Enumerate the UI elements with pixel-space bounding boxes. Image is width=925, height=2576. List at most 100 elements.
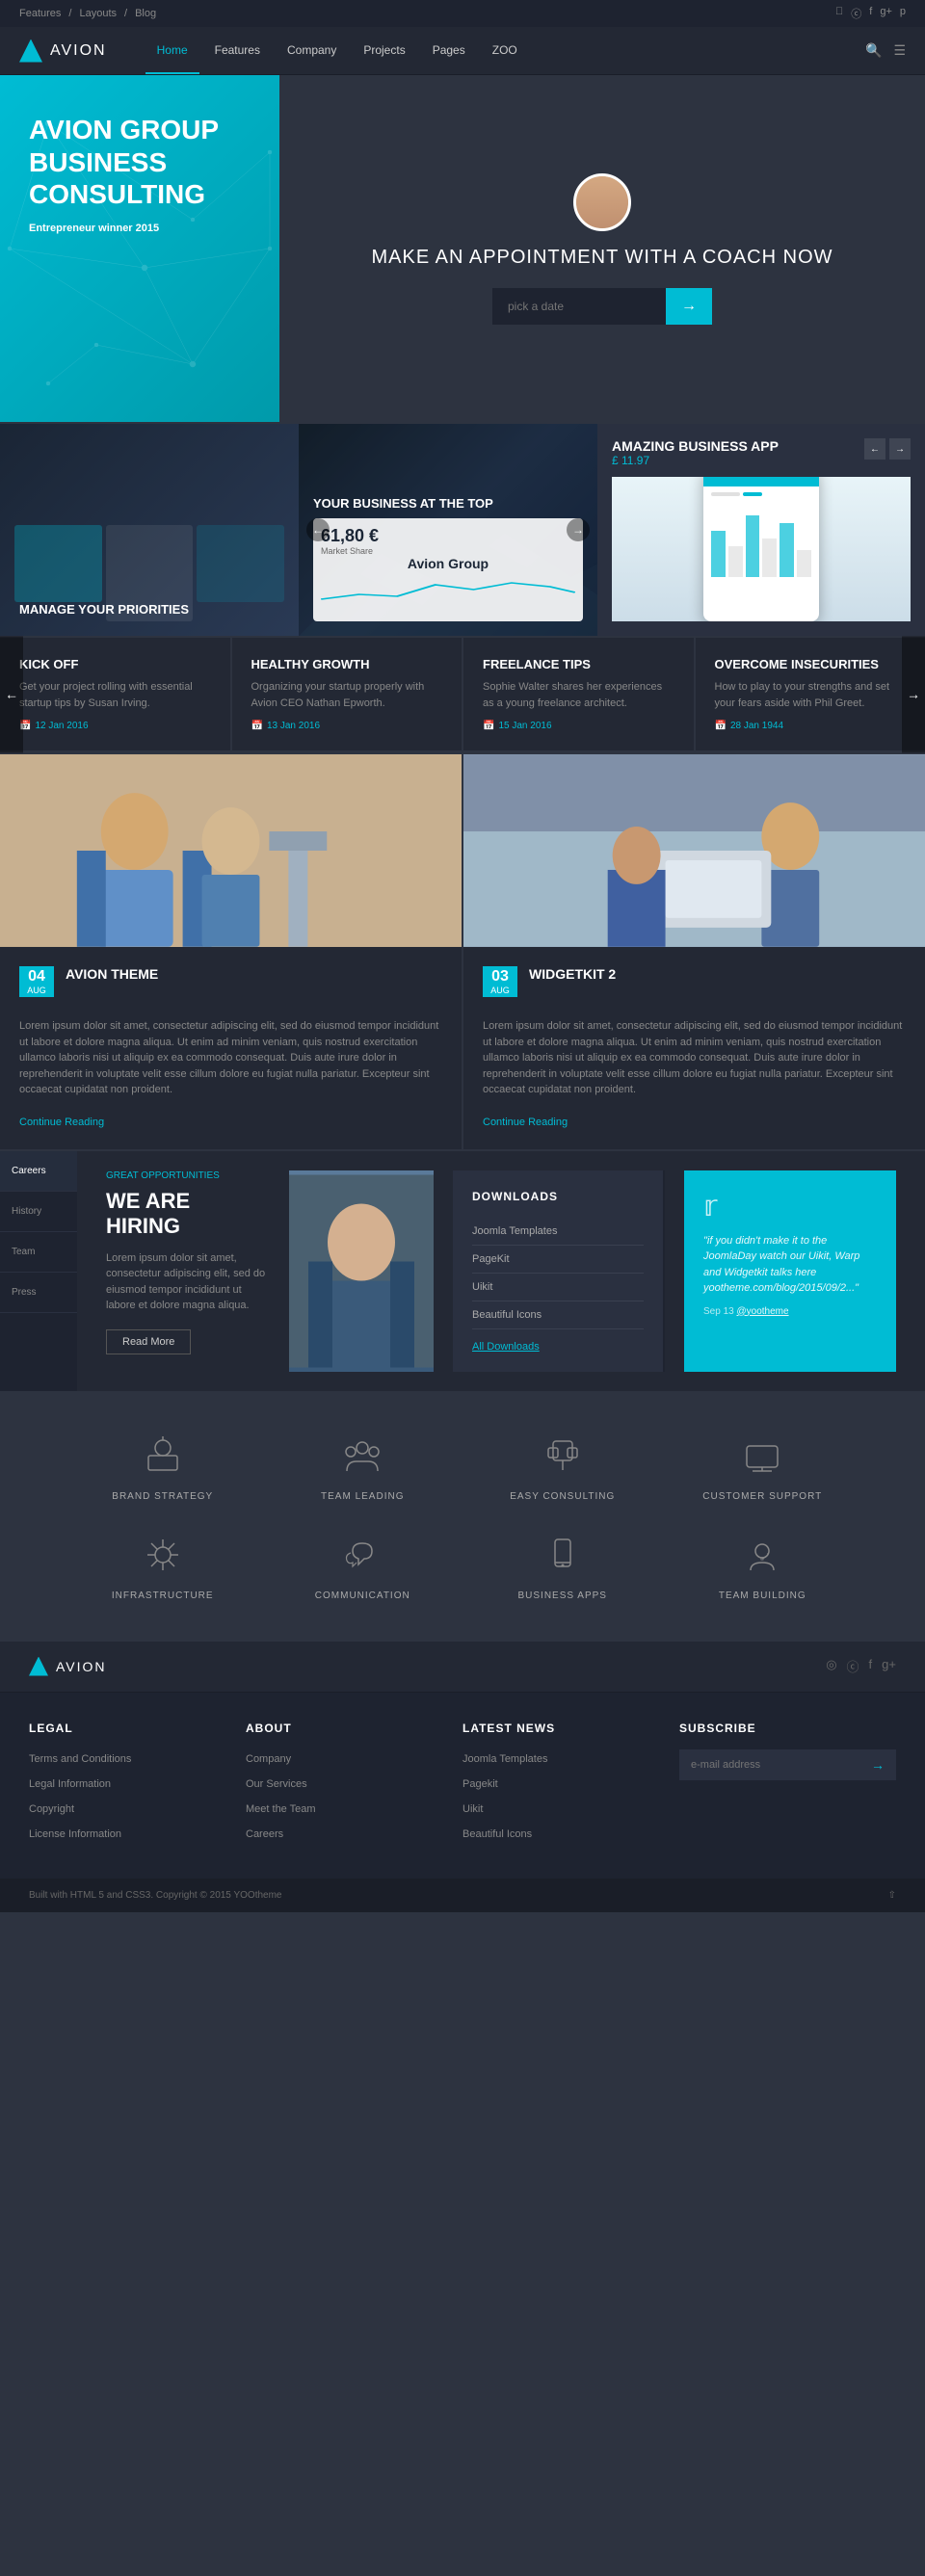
nav-logo[interactable]: AVION xyxy=(19,39,107,63)
twitter-widget: 𝕣 "if you didn't make it to the JoomlaDa… xyxy=(684,1170,896,1372)
blog-card-meta-1: 📅 13 Jan 2016 xyxy=(251,721,443,731)
footer-news-link-0[interactable]: Joomla Templates xyxy=(462,1753,547,1765)
footer-social: ◎ ⓒ f g+ xyxy=(826,1657,896,1675)
twitter-handle-link[interactable]: @yootheme xyxy=(736,1306,788,1317)
blog-prev-button[interactable]: ← xyxy=(0,636,23,752)
sidebar-nav-careers[interactable]: Careers xyxy=(0,1151,77,1192)
nav-link-company[interactable]: Company xyxy=(276,28,348,74)
download-item-3[interactable]: Beautiful Icons xyxy=(472,1301,644,1329)
nav-links: Home Features Company Projects Pages ZOO xyxy=(145,28,865,74)
googleplus-icon[interactable]: g+ xyxy=(880,6,892,21)
nav-link-projects[interactable]: Projects xyxy=(352,28,416,74)
appointment-submit-button[interactable]: → xyxy=(666,288,712,325)
sidebar-nav-team[interactable]: Team xyxy=(0,1232,77,1273)
slide-next-button[interactable]: → xyxy=(567,518,590,541)
blog-card-3: OVERCOME INSECURITIES How to play to you… xyxy=(696,638,925,750)
hero-title: AVION GROUP BUSINESS CONSULTING xyxy=(29,114,251,211)
easy-consulting-icon xyxy=(539,1432,587,1480)
service-team-building[interactable]: TEAM BUILDING xyxy=(677,1531,849,1601)
slide-prev-button[interactable]: ← xyxy=(306,518,330,541)
subscribe-form: → xyxy=(679,1749,896,1780)
service-business-apps[interactable]: BUSINESS APPS xyxy=(477,1531,648,1601)
service-team-leading[interactable]: TEAM LEADING xyxy=(278,1432,449,1502)
blog-grid: KICK OFF Get your project rolling with e… xyxy=(0,636,925,752)
service-easy-consulting[interactable]: EASY CONSULTING xyxy=(477,1432,648,1502)
footer-about-link-3[interactable]: Careers xyxy=(246,1828,283,1840)
sidebar-nav-press[interactable]: Press xyxy=(0,1273,77,1313)
downloads-all-link[interactable]: All Downloads xyxy=(472,1341,644,1353)
pinterest-icon[interactable]: p xyxy=(900,6,906,21)
business-apps-icon xyxy=(539,1531,587,1579)
slide-3: AMAZING BUSINESS APP £ 11.97 ← → xyxy=(597,424,925,636)
footer-legal-link-2[interactable]: Copyright xyxy=(29,1803,74,1815)
download-item-0[interactable]: Joomla Templates xyxy=(472,1218,644,1246)
careers-tag: Great opportunities xyxy=(106,1170,270,1181)
footer-news-link-3[interactable]: Beautiful Icons xyxy=(462,1828,532,1840)
post-image-graphic-1 xyxy=(463,754,925,947)
download-item-2[interactable]: Uikit xyxy=(472,1274,644,1301)
post-image-graphic-0 xyxy=(0,754,462,947)
twitter-icon[interactable]: ⓒ xyxy=(851,6,861,21)
post-read-more-1[interactable]: Continue Reading xyxy=(483,1117,568,1128)
footer-github-icon[interactable]: ◎ xyxy=(826,1657,836,1675)
post-read-more-0[interactable]: Continue Reading xyxy=(19,1117,104,1128)
footer-about-link-0[interactable]: Company xyxy=(246,1753,291,1765)
nav-link-pages[interactable]: Pages xyxy=(421,28,477,74)
slide-3-price: £ 11.97 xyxy=(612,454,779,467)
service-brand-strategy[interactable]: BRAND STRATEGY xyxy=(77,1432,249,1502)
footer-legal-link-1[interactable]: Legal Information xyxy=(29,1778,111,1790)
subscribe-email-input[interactable] xyxy=(679,1749,859,1780)
footer-legal-title: LEGAL xyxy=(29,1722,246,1735)
footer-googleplus-icon[interactable]: g+ xyxy=(882,1657,896,1675)
twitter-quote: "if you didn't make it to the JoomlaDay … xyxy=(703,1233,877,1297)
scroll-top-icon[interactable]: ⇧ xyxy=(888,1890,896,1901)
footer-facebook-icon[interactable]: f xyxy=(869,1657,873,1675)
blog-card-title-3: OVERCOME INSECURITIES xyxy=(715,657,907,671)
github-icon[interactable]:  xyxy=(835,6,843,21)
service-customer-support[interactable]: CUSTOMER SUPPORT xyxy=(677,1432,849,1502)
footer-news-link-2[interactable]: Uikit xyxy=(462,1803,483,1815)
post-title-0: AVION THEME xyxy=(66,966,158,982)
twitter-meta: Sep 13 @yootheme xyxy=(703,1306,877,1317)
posts-section: 04 AUG AVION THEME Lorem ipsum dolor sit… xyxy=(0,754,925,1149)
coach-title: MAKE AN APPOINTMENT WITH A COACH NOW xyxy=(371,247,832,269)
calendar-icon: 📅 xyxy=(715,721,727,731)
service-label-consulting: EASY CONSULTING xyxy=(510,1491,615,1502)
app-screen-header xyxy=(703,477,819,486)
menu-icon[interactable]: ☰ xyxy=(893,42,906,59)
footer-legal-link-3[interactable]: License Information xyxy=(29,1828,121,1840)
read-more-button[interactable]: Read More xyxy=(106,1329,191,1354)
service-infrastructure[interactable]: INFRASTRUCTURE xyxy=(77,1531,249,1601)
service-label-building: TEAM BUILDING xyxy=(719,1590,806,1601)
subscribe-submit-button[interactable]: → xyxy=(859,1749,896,1780)
footer-news-link-1[interactable]: Pagekit xyxy=(462,1778,498,1790)
hero-section: AVION GROUP BUSINESS CONSULTING Entrepre… xyxy=(0,75,925,422)
download-item-1[interactable]: PageKit xyxy=(472,1246,644,1274)
slide3-next-button[interactable]: → xyxy=(889,438,911,460)
search-icon[interactable]: 🔍 xyxy=(865,42,882,59)
team-leading-icon xyxy=(338,1432,386,1480)
service-communication[interactable]: COMMUNICATION xyxy=(278,1531,449,1601)
nav-link-zoo[interactable]: ZOO xyxy=(481,28,529,74)
mini-card-3 xyxy=(197,525,284,602)
communication-icon xyxy=(338,1531,386,1579)
facebook-icon[interactable]: f xyxy=(869,6,872,21)
footer-logo-text: AVION xyxy=(56,1659,107,1674)
footer-legal-link-0[interactable]: Terms and Conditions xyxy=(29,1753,131,1765)
footer-twitter-icon[interactable]: ⓒ xyxy=(847,1657,859,1675)
footer-col-about: ABOUT Company Our Services Meet the Team… xyxy=(246,1722,462,1850)
footer-about-link-1[interactable]: Our Services xyxy=(246,1778,307,1790)
calendar-icon: 📅 xyxy=(483,721,494,731)
sidebar-section: Careers History Team Press Great opportu… xyxy=(0,1151,925,1391)
nav-link-features[interactable]: Features xyxy=(203,28,272,74)
slide-2-chart: 61,80 € Market Share Avion Group xyxy=(313,518,583,621)
blog-section: ← KICK OFF Get your project rolling with… xyxy=(0,636,925,752)
sidebar-nav-history[interactable]: History xyxy=(0,1192,77,1232)
blog-card-1: HEALTHY GROWTH Organizing your startup p… xyxy=(232,638,462,750)
footer-about-link-2[interactable]: Meet the Team xyxy=(246,1803,316,1815)
footer-legal-list: Terms and Conditions Legal Information C… xyxy=(29,1749,246,1842)
slide3-prev-button[interactable]: ← xyxy=(864,438,885,460)
nav-link-home[interactable]: Home xyxy=(145,28,199,74)
date-input[interactable] xyxy=(492,288,666,325)
blog-next-button[interactable]: → xyxy=(902,636,925,752)
